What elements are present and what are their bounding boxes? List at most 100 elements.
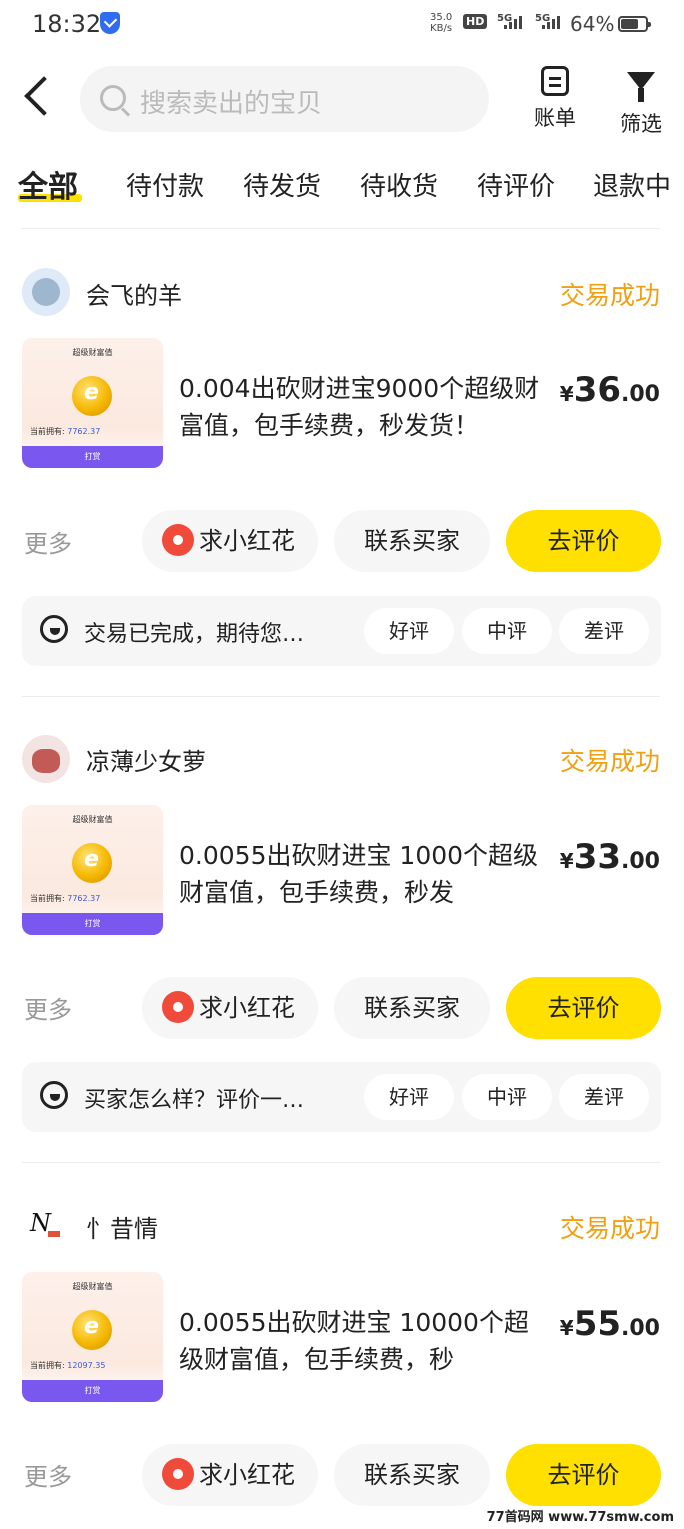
order-status: 交易成功 — [559, 281, 660, 310]
price: ¥36.00 — [560, 370, 660, 410]
product-thumbnail[interactable]: 超级财富值 当前拥有: 7762.37 打赏 — [22, 805, 163, 935]
tab-pending-shipment[interactable]: 待发货 — [243, 166, 321, 203]
net-speed-unit: KB/s — [430, 23, 453, 34]
bad-review-button[interactable]: 差评 — [559, 608, 649, 654]
order-status: 交易成功 — [559, 1214, 660, 1243]
price-int: 33 — [573, 837, 622, 877]
more-button[interactable]: 更多 — [24, 1457, 72, 1492]
thumb-balance-label: 当前拥有: — [30, 894, 65, 903]
price-currency: ¥ — [559, 849, 574, 873]
thumb-balance: 当前拥有: 12097.35 — [30, 1360, 105, 1371]
tab-bar: 全部 待付款 待发货 待收货 待评价 退款中 — [0, 160, 684, 210]
good-review-button[interactable]: 好评 — [364, 1074, 454, 1120]
neutral-review-button[interactable]: 中评 — [462, 1074, 552, 1120]
thumb-balance: 当前拥有: 7762.37 — [30, 893, 100, 904]
back-icon[interactable] — [24, 76, 64, 116]
search-placeholder: 搜索卖出的宝贝 — [140, 89, 323, 119]
net-speed: 35.0 KB/s — [430, 12, 452, 34]
divider — [22, 228, 660, 229]
search-input[interactable]: 搜索卖出的宝贝 — [80, 66, 489, 132]
flower-icon — [165, 1461, 191, 1487]
thumb-bar: 打赏 — [22, 446, 163, 468]
divider — [22, 696, 660, 697]
good-review-button[interactable]: 好评 — [364, 608, 454, 654]
thumb-balance-value: 7762.37 — [67, 427, 101, 436]
thumb-balance-value: 12097.35 — [67, 1361, 106, 1370]
neutral-review-button[interactable]: 中评 — [462, 608, 552, 654]
thumb-balance-label: 当前拥有: — [30, 1361, 65, 1370]
thumb-balance-value: 7762.37 — [67, 894, 101, 903]
watermark: 77首码网 www.77smw.com — [486, 1506, 674, 1525]
review-prompt: 买家怎么样？评价一… — [84, 1088, 305, 1113]
avatar[interactable] — [22, 268, 70, 316]
seller-name[interactable]: 凉薄少女萝 — [86, 742, 206, 777]
product-title[interactable]: 0.004出砍财进宝9000个超级财富值，包手续费，秒发货！ — [179, 370, 549, 444]
status-time: 18:32 — [32, 10, 102, 38]
tab-pending-receipt[interactable]: 待收货 — [360, 166, 438, 203]
bad-review-button[interactable]: 差评 — [559, 1074, 649, 1120]
smile-icon — [40, 1081, 68, 1109]
contact-buyer-button[interactable]: 联系买家 — [334, 510, 490, 572]
filter-button[interactable]: 筛选 — [611, 72, 671, 138]
filter-icon — [627, 72, 655, 102]
thumb-title: 超级财富值 — [72, 815, 113, 824]
bill-icon — [541, 66, 569, 96]
signal-icon — [542, 16, 560, 29]
tab-pending-review[interactable]: 待评价 — [477, 166, 555, 203]
review-prompt: 交易已完成，期待您… — [84, 622, 305, 647]
tab-all[interactable]: 全部 — [18, 162, 78, 206]
avatar[interactable]: N — [22, 1201, 70, 1249]
flower-button[interactable]: 求小红花 — [142, 510, 318, 572]
price-int: 55 — [573, 1304, 622, 1344]
flower-label: 求小红花 — [199, 527, 295, 555]
tab-refunding[interactable]: 退款中 — [593, 166, 671, 203]
review-button[interactable]: 去评价 — [506, 510, 661, 572]
seller-name[interactable]: 会飞的羊 — [86, 276, 182, 311]
thumb-bar: 打赏 — [22, 913, 163, 935]
avatar[interactable] — [22, 735, 70, 783]
price-int: 36 — [573, 370, 622, 410]
tab-pending-payment[interactable]: 待付款 — [126, 166, 204, 203]
contact-buyer-button[interactable]: 联系买家 — [334, 977, 490, 1039]
product-thumbnail[interactable]: 超级财富值 当前拥有: 12097.35 打赏 — [22, 1272, 163, 1402]
bill-button[interactable]: 账单 — [525, 66, 585, 132]
price-dec: .00 — [621, 382, 660, 407]
search-icon — [100, 85, 126, 111]
flower-icon — [165, 527, 191, 553]
seller-name[interactable]: 忄昔情 — [86, 1209, 158, 1244]
product-thumbnail[interactable]: 超级财富值 当前拥有: 7762.37 打赏 — [22, 338, 163, 468]
review-button[interactable]: 去评价 — [506, 977, 661, 1039]
price-dec: .00 — [621, 1316, 660, 1341]
quick-review-box: 买家怎么样？评价一… 好评 中评 差评 — [22, 1062, 661, 1132]
signal-icon — [504, 16, 522, 29]
coin-icon — [72, 1310, 112, 1350]
flower-button[interactable]: 求小红花 — [142, 977, 318, 1039]
flower-label: 求小红花 — [199, 1461, 295, 1489]
thumb-bar: 打赏 — [22, 1380, 163, 1402]
thumb-title: 超级财富值 — [72, 1282, 113, 1291]
review-button[interactable]: 去评价 — [506, 1444, 661, 1506]
thumb-balance: 当前拥有: 7762.37 — [30, 426, 100, 437]
contact-buyer-button[interactable]: 联系买家 — [334, 1444, 490, 1506]
smile-icon — [40, 615, 68, 643]
order-status: 交易成功 — [559, 747, 660, 776]
price-currency: ¥ — [559, 382, 574, 406]
more-button[interactable]: 更多 — [24, 524, 72, 559]
flower-icon — [165, 994, 191, 1020]
divider — [22, 1162, 660, 1163]
battery-percent: 64% — [570, 12, 615, 36]
price: ¥55.00 — [560, 1304, 660, 1344]
coin-icon — [72, 843, 112, 883]
quick-review-box: 交易已完成，期待您… 好评 中评 差评 — [22, 596, 661, 666]
product-title[interactable]: 0.0055出砍财进宝 1000个超级财富值，包手续费，秒发 — [179, 837, 549, 911]
flower-button[interactable]: 求小红花 — [142, 1444, 318, 1506]
thumb-title: 超级财富值 — [72, 348, 113, 357]
net-speed-value: 35.0 — [430, 12, 453, 23]
battery-icon — [618, 16, 651, 32]
shield-icon — [100, 12, 120, 34]
product-title[interactable]: 0.0055出砍财进宝 10000个超级财富值，包手续费，秒 — [179, 1304, 549, 1378]
bill-label: 账单 — [534, 106, 576, 130]
hd-icon: HD — [463, 14, 488, 29]
coin-icon — [72, 376, 112, 416]
more-button[interactable]: 更多 — [24, 990, 72, 1025]
